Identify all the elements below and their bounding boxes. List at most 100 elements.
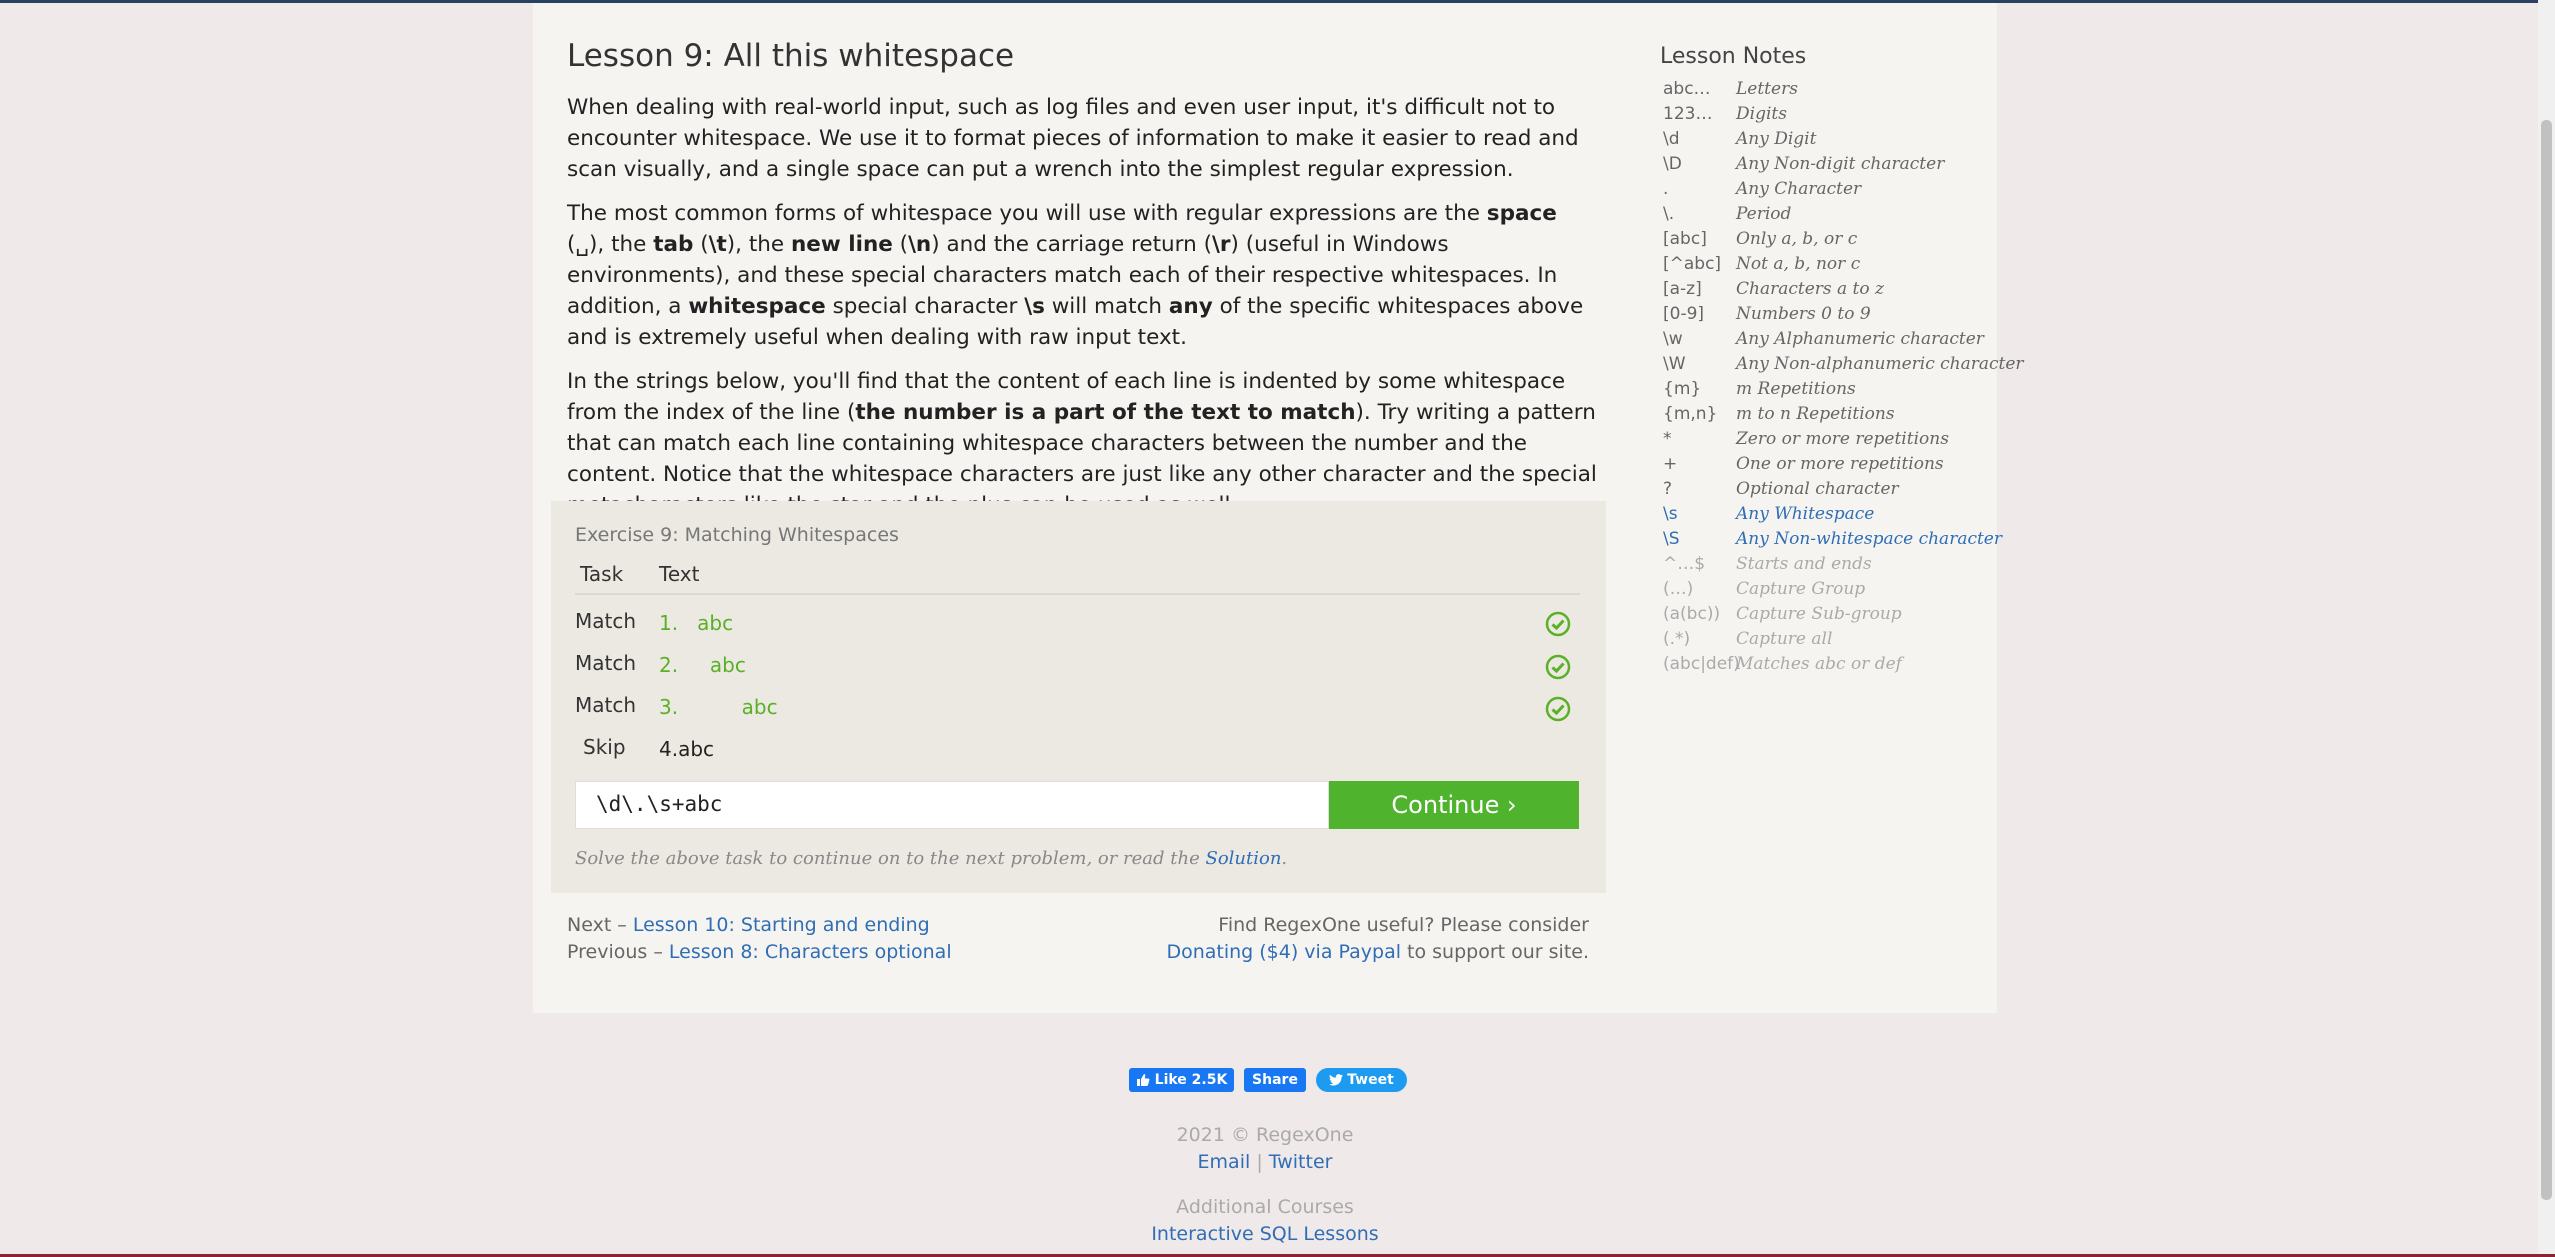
lesson-note-description: Starts and ends xyxy=(1736,554,1872,574)
lesson-note-key: (.*) xyxy=(1663,629,1691,649)
footer-copyright: 2021 © RegexOne xyxy=(1176,1124,1354,1146)
lesson-note-key: (a(bc)) xyxy=(1663,604,1721,624)
lesson-note-key: \S xyxy=(1663,529,1680,549)
lesson-note-item: (…) Capture Group xyxy=(1663,579,1865,599)
sql-lessons-link[interactable]: Interactive SQL Lessons xyxy=(1151,1223,1378,1245)
lesson-note-key: [^abc] xyxy=(1663,254,1722,274)
donate-link[interactable]: Donating ($4) via Paypal xyxy=(1166,941,1401,963)
task-label-row-2: Match xyxy=(575,651,637,675)
donate-section: Find RegexOne useful? Please consider Do… xyxy=(1166,914,1589,963)
lesson-paragraph-3: In the strings below, you'll find that t… xyxy=(567,369,1597,518)
lesson-note-key: \W xyxy=(1663,354,1686,374)
lesson-note-item: * Zero or more repetitions xyxy=(1663,429,1949,449)
next-lesson-link[interactable]: Lesson 10: Starting and ending xyxy=(633,914,930,936)
lesson-note-key: [abc] xyxy=(1663,229,1707,249)
task-label-row-3: Match xyxy=(575,693,637,717)
lesson-title: Lesson 9: All this whitespace xyxy=(567,38,1015,74)
lesson-note-item: ? Optional character xyxy=(1663,479,1899,499)
lesson-note-key: \. xyxy=(1663,204,1675,224)
lesson-note-item: [a-z] Characters a to z xyxy=(1663,279,1884,299)
thumbs-up-icon xyxy=(1136,1074,1150,1086)
exercise-title: Exercise 9: Matching Whitespaces xyxy=(575,524,899,546)
lesson-note-description: Any Character xyxy=(1736,179,1862,199)
donate-text: Find RegexOne useful? Please consider xyxy=(1218,914,1589,936)
lesson-note-key: . xyxy=(1663,179,1669,199)
task-label-row-4: Skip xyxy=(583,735,626,759)
lesson-note-description: m to n Repetitions xyxy=(1736,404,1895,424)
lesson-note-item: {m,n} m to n Repetitions xyxy=(1663,404,1895,424)
lesson-note-description: One or more repetitions xyxy=(1736,454,1944,474)
check-circle-icon xyxy=(1545,696,1571,722)
footer-contact: Email | Twitter xyxy=(1197,1151,1333,1173)
lesson-note-description: Capture Group xyxy=(1736,579,1866,599)
lesson-note-description: Zero or more repetitions xyxy=(1736,429,1949,449)
lesson-note-item: 123… Digits xyxy=(1663,104,1787,124)
footer-additional-courses: Additional Courses xyxy=(1176,1196,1354,1218)
column-header-text: Text xyxy=(659,562,700,586)
lesson-note-description: Characters a to z xyxy=(1736,279,1884,299)
lesson-note-item: \. Period xyxy=(1663,204,1791,224)
lesson-note-description: Period xyxy=(1736,204,1792,224)
lesson-note-key: \d xyxy=(1663,129,1680,149)
lesson-note-item: ^…$ Starts and ends xyxy=(1663,554,1872,574)
skip-text-row-4: 4.abc xyxy=(659,737,715,761)
lesson-note-key: * xyxy=(1663,429,1672,449)
lesson-note-item: abc… Letters xyxy=(1663,79,1798,99)
tweet-button[interactable]: Tweet xyxy=(1316,1068,1407,1092)
lesson-note-key: [0-9] xyxy=(1663,304,1705,324)
lesson-note-description: Any Alphanumeric character xyxy=(1736,329,1984,349)
match-text-row-1: 1. abc xyxy=(659,611,734,635)
facebook-share-button[interactable]: Share xyxy=(1244,1068,1306,1092)
lesson-note-description: Numbers 0 to 9 xyxy=(1736,304,1871,324)
lesson-note-description: Any Whitespace xyxy=(1736,504,1875,524)
lesson-note-description: Only a, b, or c xyxy=(1736,229,1858,249)
check-circle-icon xyxy=(1545,654,1571,680)
lesson-note-description: Any Non-alphanumeric character xyxy=(1736,354,2024,374)
lesson-note-description: Capture all xyxy=(1736,629,1833,649)
footer-twitter-link[interactable]: Twitter xyxy=(1269,1151,1333,1173)
regex-input-value[interactable]: \d\.\s+abc xyxy=(596,792,722,816)
lesson-note-item: (a(bc)) Capture Sub-group xyxy=(1663,604,1902,624)
lesson-note-item: \w Any Alphanumeric character xyxy=(1663,329,1984,349)
lesson-note-item: + One or more repetitions xyxy=(1663,454,1944,474)
continue-button[interactable]: Continue › xyxy=(1329,781,1579,829)
lesson-notes: Lesson Notes xyxy=(1660,44,1806,75)
lesson-note-key: 123… xyxy=(1663,104,1713,124)
regex-input[interactable]: \d\.\s+abc xyxy=(575,781,1329,829)
lesson-note-item: \S Any Non-whitespace character xyxy=(1663,529,2002,549)
lesson-note-description: Digits xyxy=(1736,104,1787,124)
lesson-note-key: \s xyxy=(1663,504,1678,524)
footer-email-link[interactable]: Email xyxy=(1198,1151,1251,1173)
like-label: Like 2.5K xyxy=(1154,1072,1228,1088)
lesson-note-description: Matches abc or def xyxy=(1736,654,1902,674)
scrollbar-thumb[interactable] xyxy=(2541,120,2552,1200)
task-label-row-1: Match xyxy=(575,609,637,633)
lesson-note-description: Letters xyxy=(1736,79,1798,99)
lesson-notes-title: Lesson Notes xyxy=(1660,44,1807,69)
lesson-note-key: \w xyxy=(1663,329,1683,349)
solution-link[interactable]: Solution xyxy=(1205,848,1281,869)
lesson-note-key: + xyxy=(1663,454,1678,474)
facebook-like-button[interactable]: Like 2.5K xyxy=(1129,1068,1234,1092)
lesson-note-item: \D Any Non-digit character xyxy=(1663,154,1944,174)
column-header-task: Task xyxy=(580,562,624,586)
lesson-navigation: Next – Lesson 10: Starting and ending Pr… xyxy=(567,914,952,963)
lesson-note-key: ^…$ xyxy=(1663,554,1706,574)
footer-sql-lessons: Interactive SQL Lessons xyxy=(0,1223,2530,1245)
lesson-note-description: m Repetitions xyxy=(1736,379,1856,399)
check-circle-icon xyxy=(1545,611,1571,637)
previous-lesson-link[interactable]: Lesson 8: Characters optional xyxy=(669,941,952,963)
lesson-note-item: [^abc] Not a, b, nor c xyxy=(1663,254,1860,274)
lesson-note-description: Optional character xyxy=(1736,479,1899,499)
lesson-note-item: [0-9] Numbers 0 to 9 xyxy=(1663,304,1871,324)
lesson-note-item: \s Any Whitespace xyxy=(1663,504,1874,524)
tweet-label: Tweet xyxy=(1347,1072,1394,1088)
lesson-note-item: (.*) Capture all xyxy=(1663,629,1832,649)
lesson-paragraph-1: When dealing with real-world input, such… xyxy=(567,95,1579,182)
lesson-note-description: Not a, b, nor c xyxy=(1736,254,1861,274)
lesson-note-item: \W Any Non-alphanumeric character xyxy=(1663,354,2024,374)
match-text-row-2: 2. abc xyxy=(659,653,746,677)
lesson-main: Lesson 9: All this whitespace When deali… xyxy=(567,30,1597,521)
lesson-note-key: ? xyxy=(1663,479,1673,499)
lesson-note-key: {m,n} xyxy=(1663,404,1718,424)
